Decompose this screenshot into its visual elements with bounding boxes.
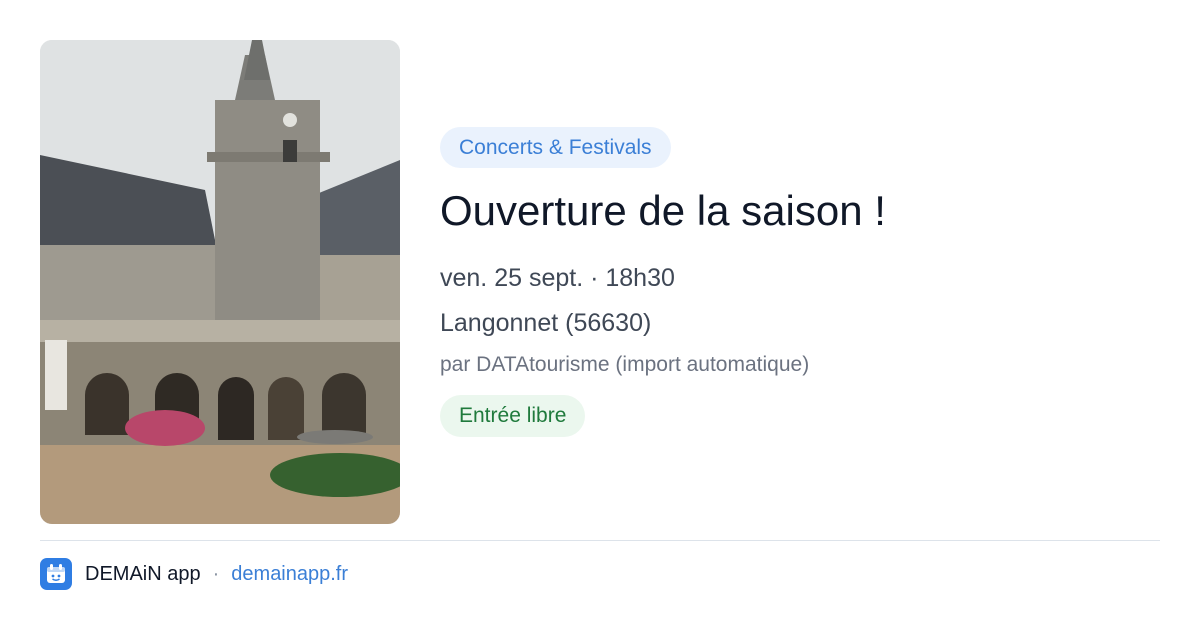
app-name: DEMAiN app — [85, 562, 201, 585]
event-source: par DATAtourisme (import automatique) — [440, 353, 810, 376]
event-datetime: ven. 25 sept. · 18h30 — [440, 264, 675, 292]
app-logo-icon — [40, 558, 72, 590]
footer-divider — [40, 540, 1160, 541]
event-location: Langonnet (56630) — [440, 309, 652, 337]
price-badge: Entrée libre — [440, 395, 586, 437]
footer-bar: DEMAiN app · demainapp.fr — [40, 558, 348, 590]
event-photo[interactable] — [40, 40, 400, 524]
app-link[interactable]: demainapp.fr — [231, 563, 348, 586]
footer-separator: · — [212, 562, 220, 585]
category-tag[interactable]: Concerts & Festivals — [440, 127, 671, 168]
event-title: Ouverture de la saison ! — [440, 187, 886, 234]
